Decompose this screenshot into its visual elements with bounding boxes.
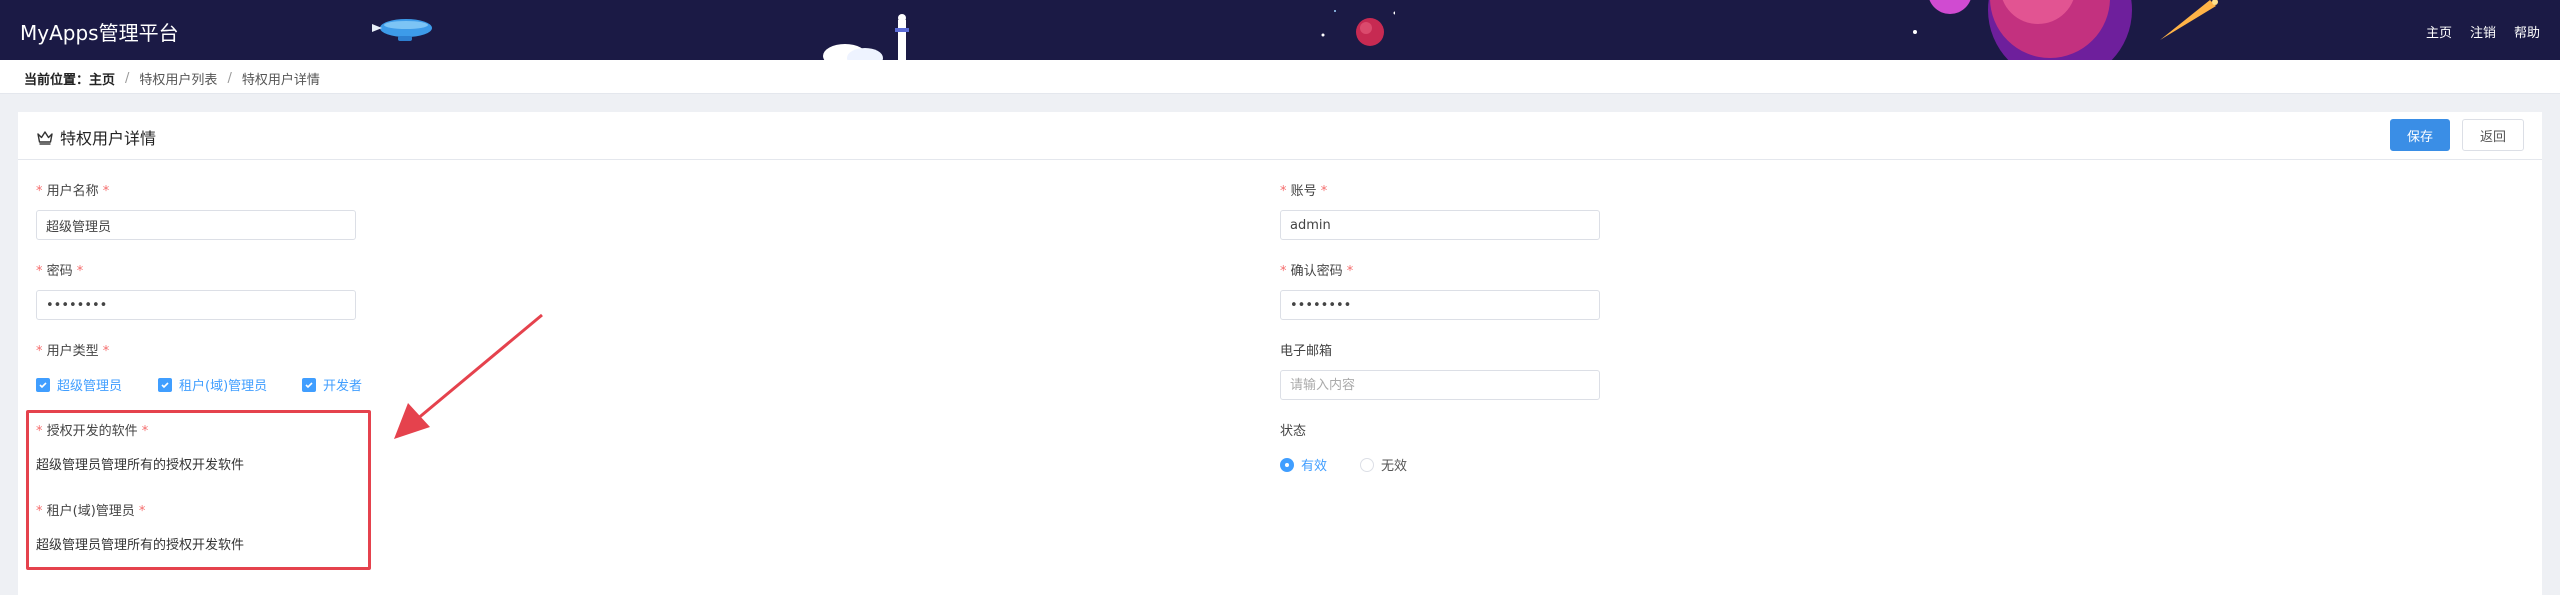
account-label-text: 账号 xyxy=(1290,184,1317,199)
account-field[interactable] xyxy=(1280,210,1600,240)
panel-header: 特权用户详情 保存 返回 xyxy=(18,112,2542,160)
crown-icon xyxy=(37,131,53,145)
checkbox-checked-icon xyxy=(158,377,172,392)
nav-home-link[interactable]: 主页 xyxy=(2426,22,2452,41)
planet-small-illustration xyxy=(1321,10,1395,46)
breadcrumb-lead: 当前位置： xyxy=(24,73,90,88)
checkbox-checked-icon xyxy=(302,377,316,392)
breadcrumb-list[interactable]: 特权用户列表 xyxy=(139,69,217,88)
password-label-text: 密码 xyxy=(46,264,73,279)
highlight-annotation-box xyxy=(26,410,371,570)
usertype-checkbox-tenant-admin[interactable]: 租户(域)管理员 xyxy=(158,375,267,394)
usertype-label: * 用户类型 * xyxy=(36,344,110,359)
top-nav: 主页 注销 帮助 xyxy=(2426,22,2540,41)
account-label: * 账号 * xyxy=(1280,184,1328,199)
email-label: 电子邮箱 xyxy=(1280,344,1333,359)
username-label-text: 用户名称 xyxy=(46,184,99,199)
checkbox-label: 开发者 xyxy=(323,379,363,394)
breadcrumb-home[interactable]: 主页 xyxy=(89,69,115,88)
email-field[interactable] xyxy=(1280,370,1600,400)
nav-logout-link[interactable]: 注销 xyxy=(2470,22,2496,41)
radio-label: 有效 xyxy=(1301,459,1328,474)
save-button[interactable]: 保存 xyxy=(2390,119,2450,151)
checkbox-label: 租户(域)管理员 xyxy=(179,379,268,394)
radio-unselected-icon xyxy=(1360,457,1374,472)
page-title: 特权用户详情 xyxy=(36,125,156,149)
app-title: MyApps管理平台 xyxy=(20,21,179,45)
usertype-checkbox-superadmin[interactable]: 超级管理员 xyxy=(36,375,122,394)
checkbox-checked-icon xyxy=(36,377,50,392)
radio-label: 无效 xyxy=(1381,459,1408,474)
breadcrumb: 当前位置： 主页 / 特权用户列表 / 特权用户详情 xyxy=(24,69,320,88)
status-radio-active[interactable]: 有效 xyxy=(1280,455,1327,474)
planet-large-illustration xyxy=(1913,0,2218,60)
airship-illustration xyxy=(372,19,432,41)
checkbox-label: 超级管理员 xyxy=(57,379,123,394)
password-label: * 密码 * xyxy=(36,264,84,279)
page-title-text: 特权用户详情 xyxy=(60,129,157,148)
confirm-password-label: * 确认密码 * xyxy=(1280,264,1354,279)
nav-help-link[interactable]: 帮助 xyxy=(2514,22,2540,41)
breadcrumb-bar: 当前位置： 主页 / 特权用户列表 / 特权用户详情 xyxy=(0,60,2560,94)
confirm-password-label-text: 确认密码 xyxy=(1290,264,1343,279)
status-radio-inactive[interactable]: 无效 xyxy=(1360,455,1407,474)
cloud-tower-illustration xyxy=(823,14,909,60)
back-button[interactable]: 返回 xyxy=(2462,119,2524,151)
breadcrumb-separator: / xyxy=(227,71,232,86)
usertype-label-text: 用户类型 xyxy=(46,344,99,359)
username-label: * 用户名称 * xyxy=(36,184,110,199)
annotation-arrow-icon xyxy=(394,313,543,439)
confirm-password-field[interactable] xyxy=(1280,290,1600,320)
breadcrumb-separator: / xyxy=(125,71,130,86)
breadcrumb-current: 特权用户详情 xyxy=(241,73,320,88)
usertype-checkbox-developer[interactable]: 开发者 xyxy=(302,375,362,394)
password-field[interactable] xyxy=(36,290,356,320)
username-field[interactable] xyxy=(36,210,356,240)
top-header: MyApps管理平台 主页 注销 帮助 xyxy=(0,0,2560,60)
radio-selected-icon xyxy=(1280,457,1294,472)
status-label: 状态 xyxy=(1280,424,1307,439)
